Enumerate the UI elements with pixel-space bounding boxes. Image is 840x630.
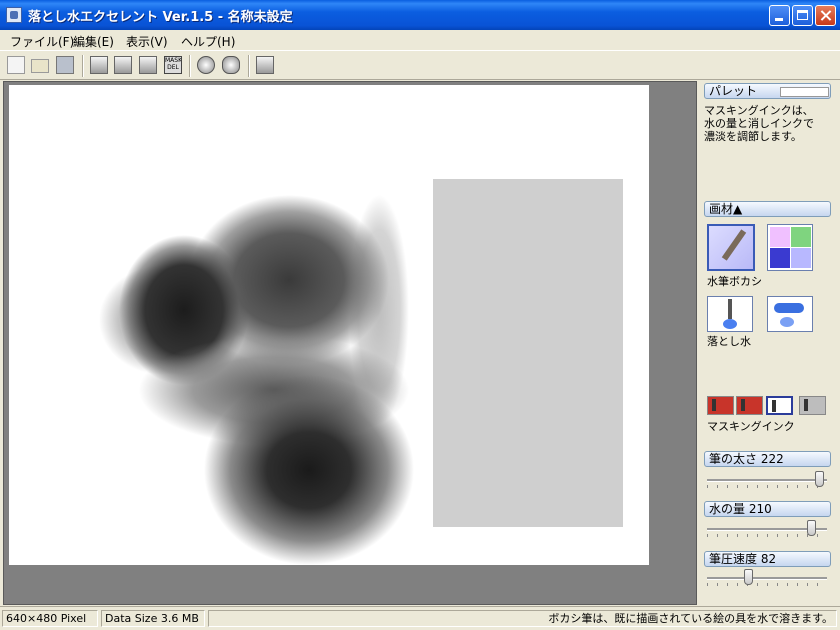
red-ink-alt-button[interactable]	[736, 396, 763, 415]
save-disk-icon[interactable]	[56, 56, 74, 74]
brush-size-header: 筆の太さ 222	[704, 451, 831, 467]
water-brush-blur-label: 水筆ボカシ	[707, 275, 762, 288]
minimize-button[interactable]	[769, 5, 790, 26]
status-hint: ボカシ筆は、既に描画されている絵の具を水で溶きます。	[208, 610, 837, 627]
pressure-speed-ticks	[707, 583, 827, 586]
workspace	[3, 81, 697, 605]
drawing-canvas[interactable]	[9, 85, 649, 565]
water-amount-header: 水の量 210	[704, 501, 831, 517]
water-drop-icon	[723, 319, 737, 329]
title-bar: 落とし水エクセレント Ver.1.5 - 名称未設定	[0, 0, 840, 30]
green-swatch-icon	[791, 227, 811, 247]
lavender-swatch-icon	[791, 248, 811, 268]
mask-delete-label: MASK DEL	[165, 57, 182, 71]
toolbar: MASK DEL	[0, 50, 840, 80]
status-bar: 640×480 Pixel Data Size 3.6 MB ボカシ筆は、既に描…	[0, 606, 840, 630]
mask-delete-icon[interactable]: MASK DEL	[164, 56, 182, 74]
media-header-button[interactable]: 画材▲	[704, 201, 831, 217]
drop-water-label: 落とし水	[707, 335, 751, 348]
menu-file[interactable]: ファイル(F)	[10, 33, 74, 50]
brush-size-label: 筆の太さ 222	[709, 452, 784, 466]
eraser-ink-button[interactable]	[799, 396, 826, 415]
print-icon[interactable]	[256, 56, 274, 74]
water-drop-icon	[780, 317, 794, 327]
maximize-button[interactable]	[792, 5, 813, 26]
new-file-icon[interactable]	[7, 56, 25, 74]
brush-size-ticks	[707, 485, 827, 488]
drop-water-tool[interactable]	[707, 296, 753, 332]
palette-swatch	[780, 87, 829, 97]
toolbar-separator	[189, 55, 191, 77]
brush-size-track	[707, 479, 827, 482]
masking-ink-button[interactable]	[766, 396, 793, 415]
water-amount-slider[interactable]	[807, 520, 817, 536]
toolbar-separator	[82, 55, 84, 77]
layer-icon[interactable]	[114, 56, 132, 74]
close-button[interactable]	[815, 5, 836, 26]
water-brush-blur-tool[interactable]	[707, 224, 755, 271]
palette-header-button[interactable]: パレット	[704, 83, 831, 99]
gray-rectangle	[433, 179, 623, 527]
pink-swatch-icon	[770, 227, 790, 247]
menu-bar: ファイル(F) 編集(E) 表示(V) ヘルプ(H)	[0, 30, 840, 50]
undo-icon[interactable]	[222, 56, 240, 74]
status-image-size: 640×480 Pixel	[2, 610, 98, 627]
paper-icon[interactable]	[90, 56, 108, 74]
brush-tool-icon[interactable]	[139, 56, 157, 74]
blue-swatch-icon	[770, 248, 790, 268]
menu-help[interactable]: ヘルプ(H)	[181, 33, 235, 50]
app-icon	[6, 7, 22, 23]
palette-icon[interactable]	[197, 56, 215, 74]
media-header-label: 画材▲	[709, 202, 743, 216]
palette-header-label: パレット	[709, 84, 758, 98]
status-data-size: Data Size 3.6 MB	[101, 610, 205, 627]
tool-description: マスキングインクは、 水の量と消しインクで 濃淡を調節します。	[704, 104, 814, 143]
pressure-speed-slider[interactable]	[743, 569, 753, 585]
brush-size-slider[interactable]	[814, 471, 824, 487]
multi-tool-button[interactable]	[767, 224, 813, 271]
red-ink-button[interactable]	[707, 396, 734, 415]
window-title: 落とし水エクセレント Ver.1.5 - 名称未設定	[28, 10, 293, 25]
brush-icon	[721, 229, 747, 261]
masking-ink-label: マスキングインク	[707, 420, 795, 433]
water-amount-label: 水の量 210	[709, 502, 772, 516]
tool-panel: パレット マスキングインクは、 水の量と消しインクで 濃淡を調節します。 画材▲…	[699, 81, 840, 605]
pressure-speed-label: 筆圧速度 82	[709, 552, 777, 566]
menu-view[interactable]: 表示(V)	[126, 33, 168, 50]
open-folder-icon[interactable]	[31, 59, 49, 73]
drop-water-alt-tool[interactable]	[767, 296, 813, 332]
dropper-icon	[728, 299, 732, 319]
toolbar-separator	[248, 55, 250, 77]
ink-blob	[204, 375, 414, 565]
water-stroke-icon	[774, 303, 804, 313]
menu-edit[interactable]: 編集(E)	[73, 33, 114, 50]
pressure-speed-track	[707, 577, 827, 580]
pressure-speed-header: 筆圧速度 82	[704, 551, 831, 567]
